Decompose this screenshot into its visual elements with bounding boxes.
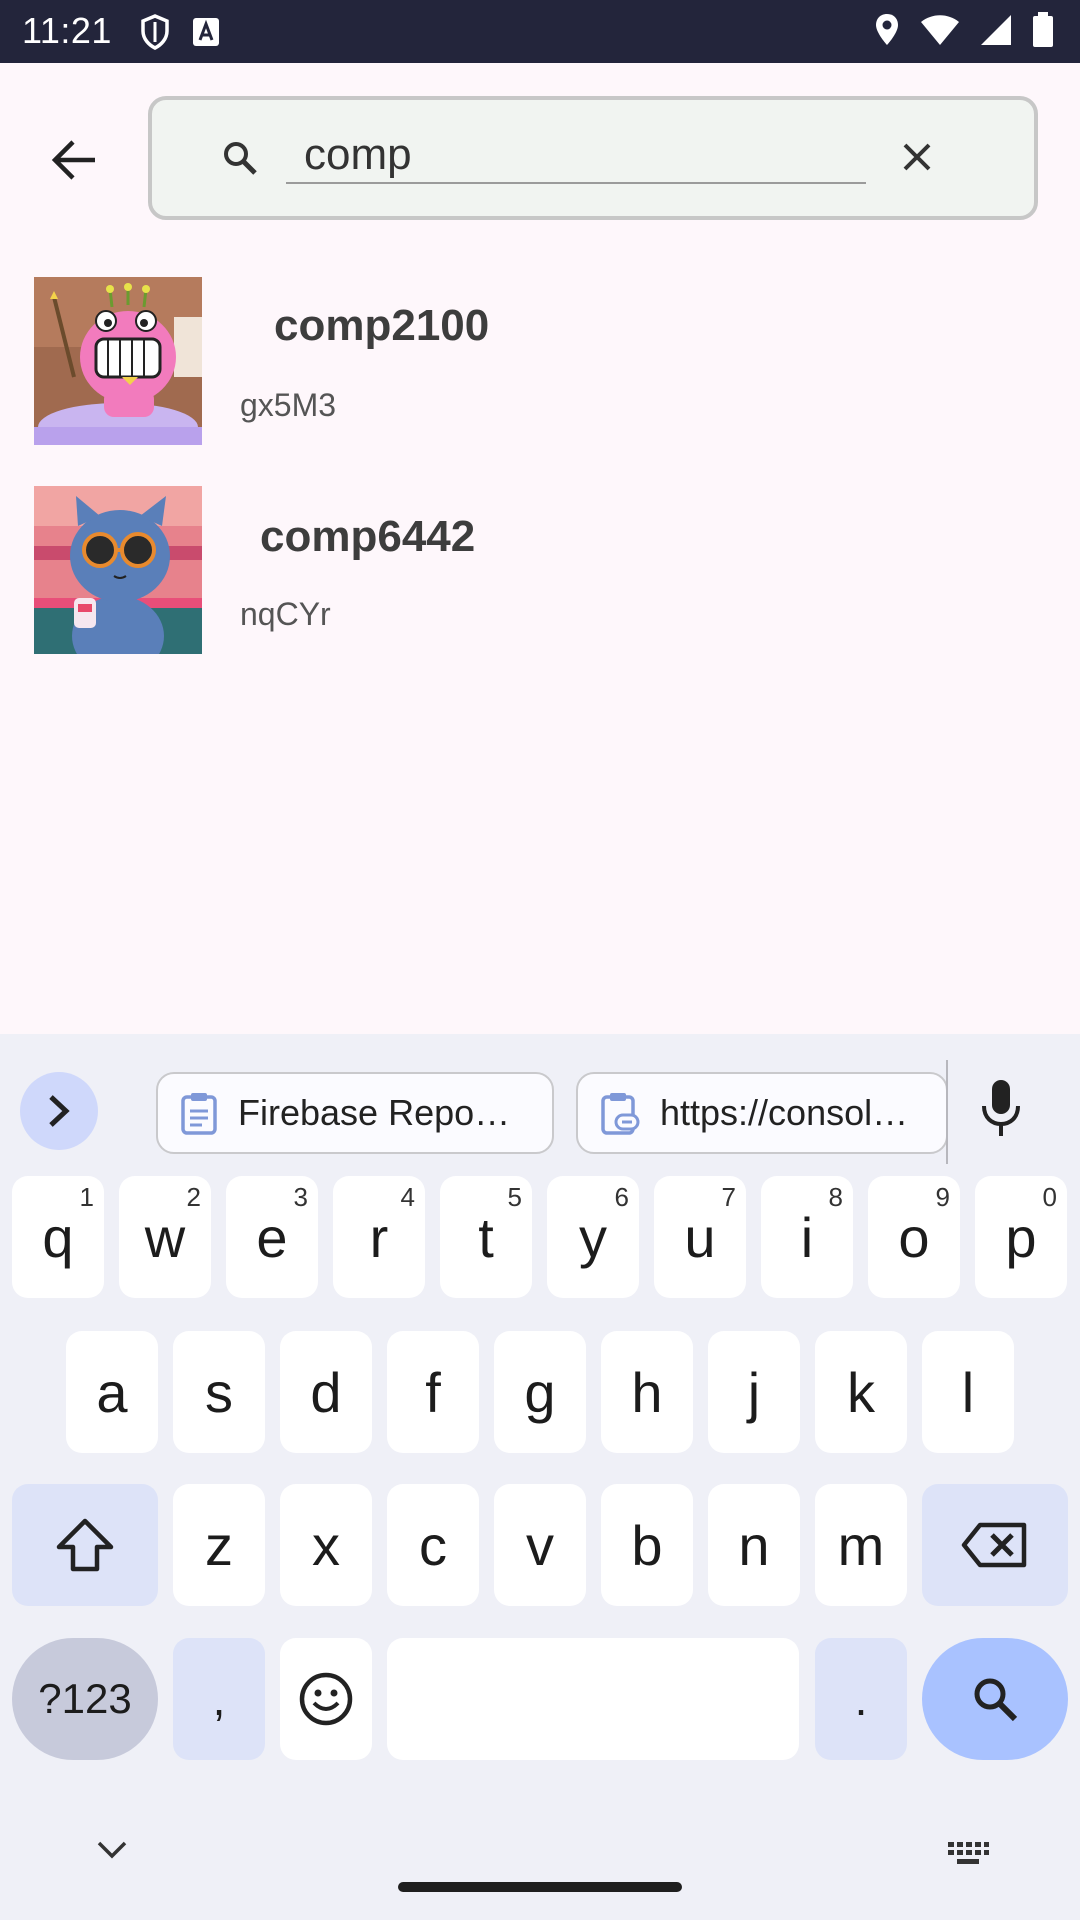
key-hint: 9	[935, 1182, 950, 1212]
clipboard-icon	[181, 1093, 217, 1135]
status-bar: 11:21	[0, 0, 1080, 63]
blue-cat-sunglasses-avatar	[34, 486, 202, 654]
expand-toolbar-button[interactable]	[20, 1072, 98, 1150]
key-label: o	[898, 1205, 930, 1269]
back-button[interactable]	[34, 120, 114, 200]
key-h[interactable]: h	[601, 1331, 693, 1453]
emoji-icon	[299, 1672, 353, 1726]
key-z[interactable]: z	[173, 1484, 265, 1606]
key-g[interactable]: g	[494, 1331, 586, 1453]
wifi-icon	[921, 15, 959, 45]
result-title: comp6442	[260, 512, 476, 561]
microphone-icon	[982, 1080, 1020, 1136]
pink-monster-avatar	[34, 277, 202, 445]
battery-icon	[1033, 12, 1053, 47]
location-icon	[876, 14, 898, 45]
key-label: q	[42, 1205, 74, 1269]
key-p[interactable]: p0	[975, 1176, 1067, 1298]
key-e[interactable]: e3	[226, 1176, 318, 1298]
chip-label: Firebase Repo…	[238, 1092, 511, 1133]
chip-label: https://consol…	[660, 1092, 909, 1133]
emoji-key[interactable]	[280, 1638, 372, 1760]
status-time: 11:21	[22, 10, 112, 51]
symbols-key[interactable]: ?123	[12, 1638, 158, 1760]
chevron-down-icon[interactable]	[96, 1840, 128, 1860]
space-key[interactable]	[387, 1638, 799, 1760]
key-label: u	[684, 1205, 716, 1269]
chevron-right-icon	[49, 1095, 70, 1127]
close-icon[interactable]	[902, 142, 932, 172]
key-label: i	[800, 1205, 814, 1269]
result-item[interactable]: comp6442 nqCYr	[34, 486, 1034, 654]
shield-icon	[141, 14, 169, 50]
home-indicator[interactable]	[398, 1882, 682, 1892]
key-u[interactable]: u7	[654, 1176, 746, 1298]
search-box[interactable]	[148, 96, 1038, 220]
key-label: w	[144, 1205, 186, 1269]
key-hint: 7	[721, 1182, 736, 1212]
text-a-icon	[193, 18, 219, 46]
result-title: comp2100	[274, 301, 490, 350]
key-label: e	[256, 1205, 288, 1269]
key-o[interactable]: o9	[868, 1176, 960, 1298]
key-hint: 5	[507, 1182, 522, 1212]
key-hint: 2	[186, 1182, 201, 1212]
key-f[interactable]: f	[387, 1331, 479, 1453]
keyboard-icon[interactable]	[946, 1840, 990, 1872]
key-hint: 8	[828, 1182, 843, 1212]
key-k[interactable]: k	[815, 1331, 907, 1453]
status-left-icons	[140, 14, 220, 50]
key-l[interactable]: l	[922, 1331, 1014, 1453]
signal-icon	[981, 15, 1011, 45]
key-q[interactable]: q1	[12, 1176, 104, 1298]
search-action-key[interactable]	[922, 1638, 1068, 1760]
key-j[interactable]: j	[708, 1331, 800, 1453]
key-a[interactable]: a	[66, 1331, 158, 1453]
key-x[interactable]: x	[280, 1484, 372, 1606]
backspace-icon	[961, 1522, 1027, 1568]
key-c[interactable]: c	[387, 1484, 479, 1606]
period-key[interactable]: .	[815, 1638, 907, 1760]
key-w[interactable]: w2	[119, 1176, 211, 1298]
arrow-back-icon	[51, 140, 95, 180]
search-input[interactable]	[286, 128, 866, 184]
key-label: t	[478, 1205, 494, 1269]
key-v[interactable]: v	[494, 1484, 586, 1606]
key-label: p	[1005, 1205, 1037, 1269]
key-hint: 0	[1042, 1182, 1057, 1212]
key-hint: 4	[400, 1182, 415, 1212]
key-d[interactable]: d	[280, 1331, 372, 1453]
key-b[interactable]: b	[601, 1484, 693, 1606]
result-subtitle: nqCYr	[240, 596, 331, 632]
keyboard: Firebase Repo… https://consol… q1 w2 e3 …	[0, 1034, 1080, 1920]
shift-key[interactable]	[12, 1484, 158, 1606]
result-subtitle: gx5M3	[240, 387, 337, 423]
search-icon	[224, 142, 257, 175]
key-s[interactable]: s	[173, 1331, 265, 1453]
divider	[946, 1060, 948, 1164]
key-hint: 1	[79, 1182, 94, 1212]
status-right-icons	[874, 12, 1054, 48]
key-t[interactable]: t5	[440, 1176, 532, 1298]
key-label: y	[579, 1205, 607, 1269]
key-n[interactable]: n	[708, 1484, 800, 1606]
key-label: r	[369, 1205, 389, 1269]
comma-key[interactable]: ,	[173, 1638, 265, 1760]
backspace-key[interactable]	[922, 1484, 1068, 1606]
clipboard-link-suggestion-chip[interactable]: https://consol…	[576, 1072, 948, 1154]
clipboard-link-icon	[601, 1093, 640, 1135]
suggestion-strip: Firebase Repo… https://consol…	[0, 1052, 1080, 1164]
key-m[interactable]: m	[815, 1484, 907, 1606]
key-i[interactable]: i8	[761, 1176, 853, 1298]
key-hint: 3	[293, 1182, 308, 1212]
key-y[interactable]: y6	[547, 1176, 639, 1298]
shift-icon	[56, 1518, 114, 1572]
key-r[interactable]: r4	[333, 1176, 425, 1298]
search-icon	[974, 1678, 1018, 1722]
clipboard-suggestion-chip[interactable]: Firebase Repo…	[156, 1072, 554, 1154]
result-item[interactable]: comp2100 gx5M3	[34, 277, 1034, 445]
voice-input-button[interactable]	[980, 1078, 1022, 1143]
key-hint: 6	[614, 1182, 629, 1212]
